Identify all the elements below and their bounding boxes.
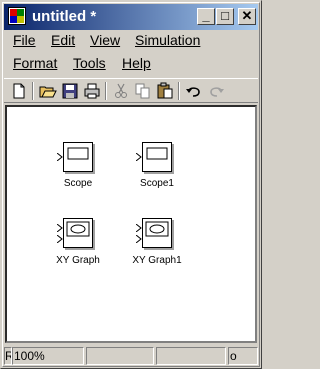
status-pane-empty-1 <box>86 347 154 365</box>
xy-graph1-label: XY Graph1 <box>132 255 182 266</box>
xy-graph1-block-box[interactable] <box>142 218 172 248</box>
status-message-pane: Re <box>4 347 12 365</box>
input-port-y-icon <box>136 235 142 243</box>
status-bar: Re 100% o <box>4 346 258 366</box>
title-bar[interactable]: untitled * _ □ ✕ <box>4 4 258 30</box>
open-icon[interactable] <box>38 82 58 100</box>
minimize-button[interactable]: _ <box>197 8 215 25</box>
scope1-label: Scope1 <box>140 178 174 189</box>
scope-screen-icon <box>67 147 89 160</box>
zoom-level: 100% <box>12 347 84 365</box>
undo-icon[interactable] <box>184 82 204 100</box>
menu-edit[interactable]: Edit <box>51 32 75 48</box>
input-port-x-icon <box>57 224 63 232</box>
paste-icon[interactable] <box>155 82 175 100</box>
cut-icon[interactable] <box>111 82 131 100</box>
scope1-block-box[interactable] <box>142 142 172 172</box>
input-port-y-icon <box>57 235 63 243</box>
model-canvas[interactable]: Scope Scope1 XY Graph XY Graph1 <box>5 105 257 343</box>
menu-format[interactable]: Format <box>13 55 57 71</box>
close-button[interactable]: ✕ <box>238 8 256 25</box>
scope-screen-icon <box>146 147 168 160</box>
window: untitled * _ □ ✕ File Edit View Simulati… <box>0 0 262 369</box>
toolbar-separator <box>178 82 180 100</box>
xy-graph-label: XY Graph <box>56 255 100 266</box>
solver-status: o <box>228 347 258 365</box>
input-port-icon <box>136 153 142 161</box>
menu-view[interactable]: View <box>90 32 120 48</box>
menu-file[interactable]: File <box>13 32 36 48</box>
scope-block-box[interactable] <box>63 142 93 172</box>
menu-help[interactable]: Help <box>122 55 151 71</box>
menu-simulation[interactable]: Simulation <box>135 32 200 48</box>
save-icon[interactable] <box>60 82 80 100</box>
maximize-button[interactable]: □ <box>216 8 234 25</box>
input-port-x-icon <box>136 224 142 232</box>
copy-icon[interactable] <box>133 82 153 100</box>
toolbar-separator <box>32 82 34 100</box>
scope-label: Scope <box>63 178 93 189</box>
xy-graph-display-icon <box>145 221 169 237</box>
input-port-icon <box>57 153 63 161</box>
new-icon[interactable] <box>9 82 29 100</box>
xy-graph-block-box[interactable] <box>63 218 93 248</box>
simulink-app-icon[interactable] <box>8 7 26 25</box>
window-title: untitled * <box>32 8 97 25</box>
redo-icon[interactable] <box>206 82 226 100</box>
status-pane-empty-2 <box>156 347 226 365</box>
menu-tools[interactable]: Tools <box>73 55 106 71</box>
xy-graph-display-icon <box>66 221 90 237</box>
toolbar-separator <box>105 82 107 100</box>
toolbar <box>4 78 258 103</box>
print-icon[interactable] <box>82 82 102 100</box>
